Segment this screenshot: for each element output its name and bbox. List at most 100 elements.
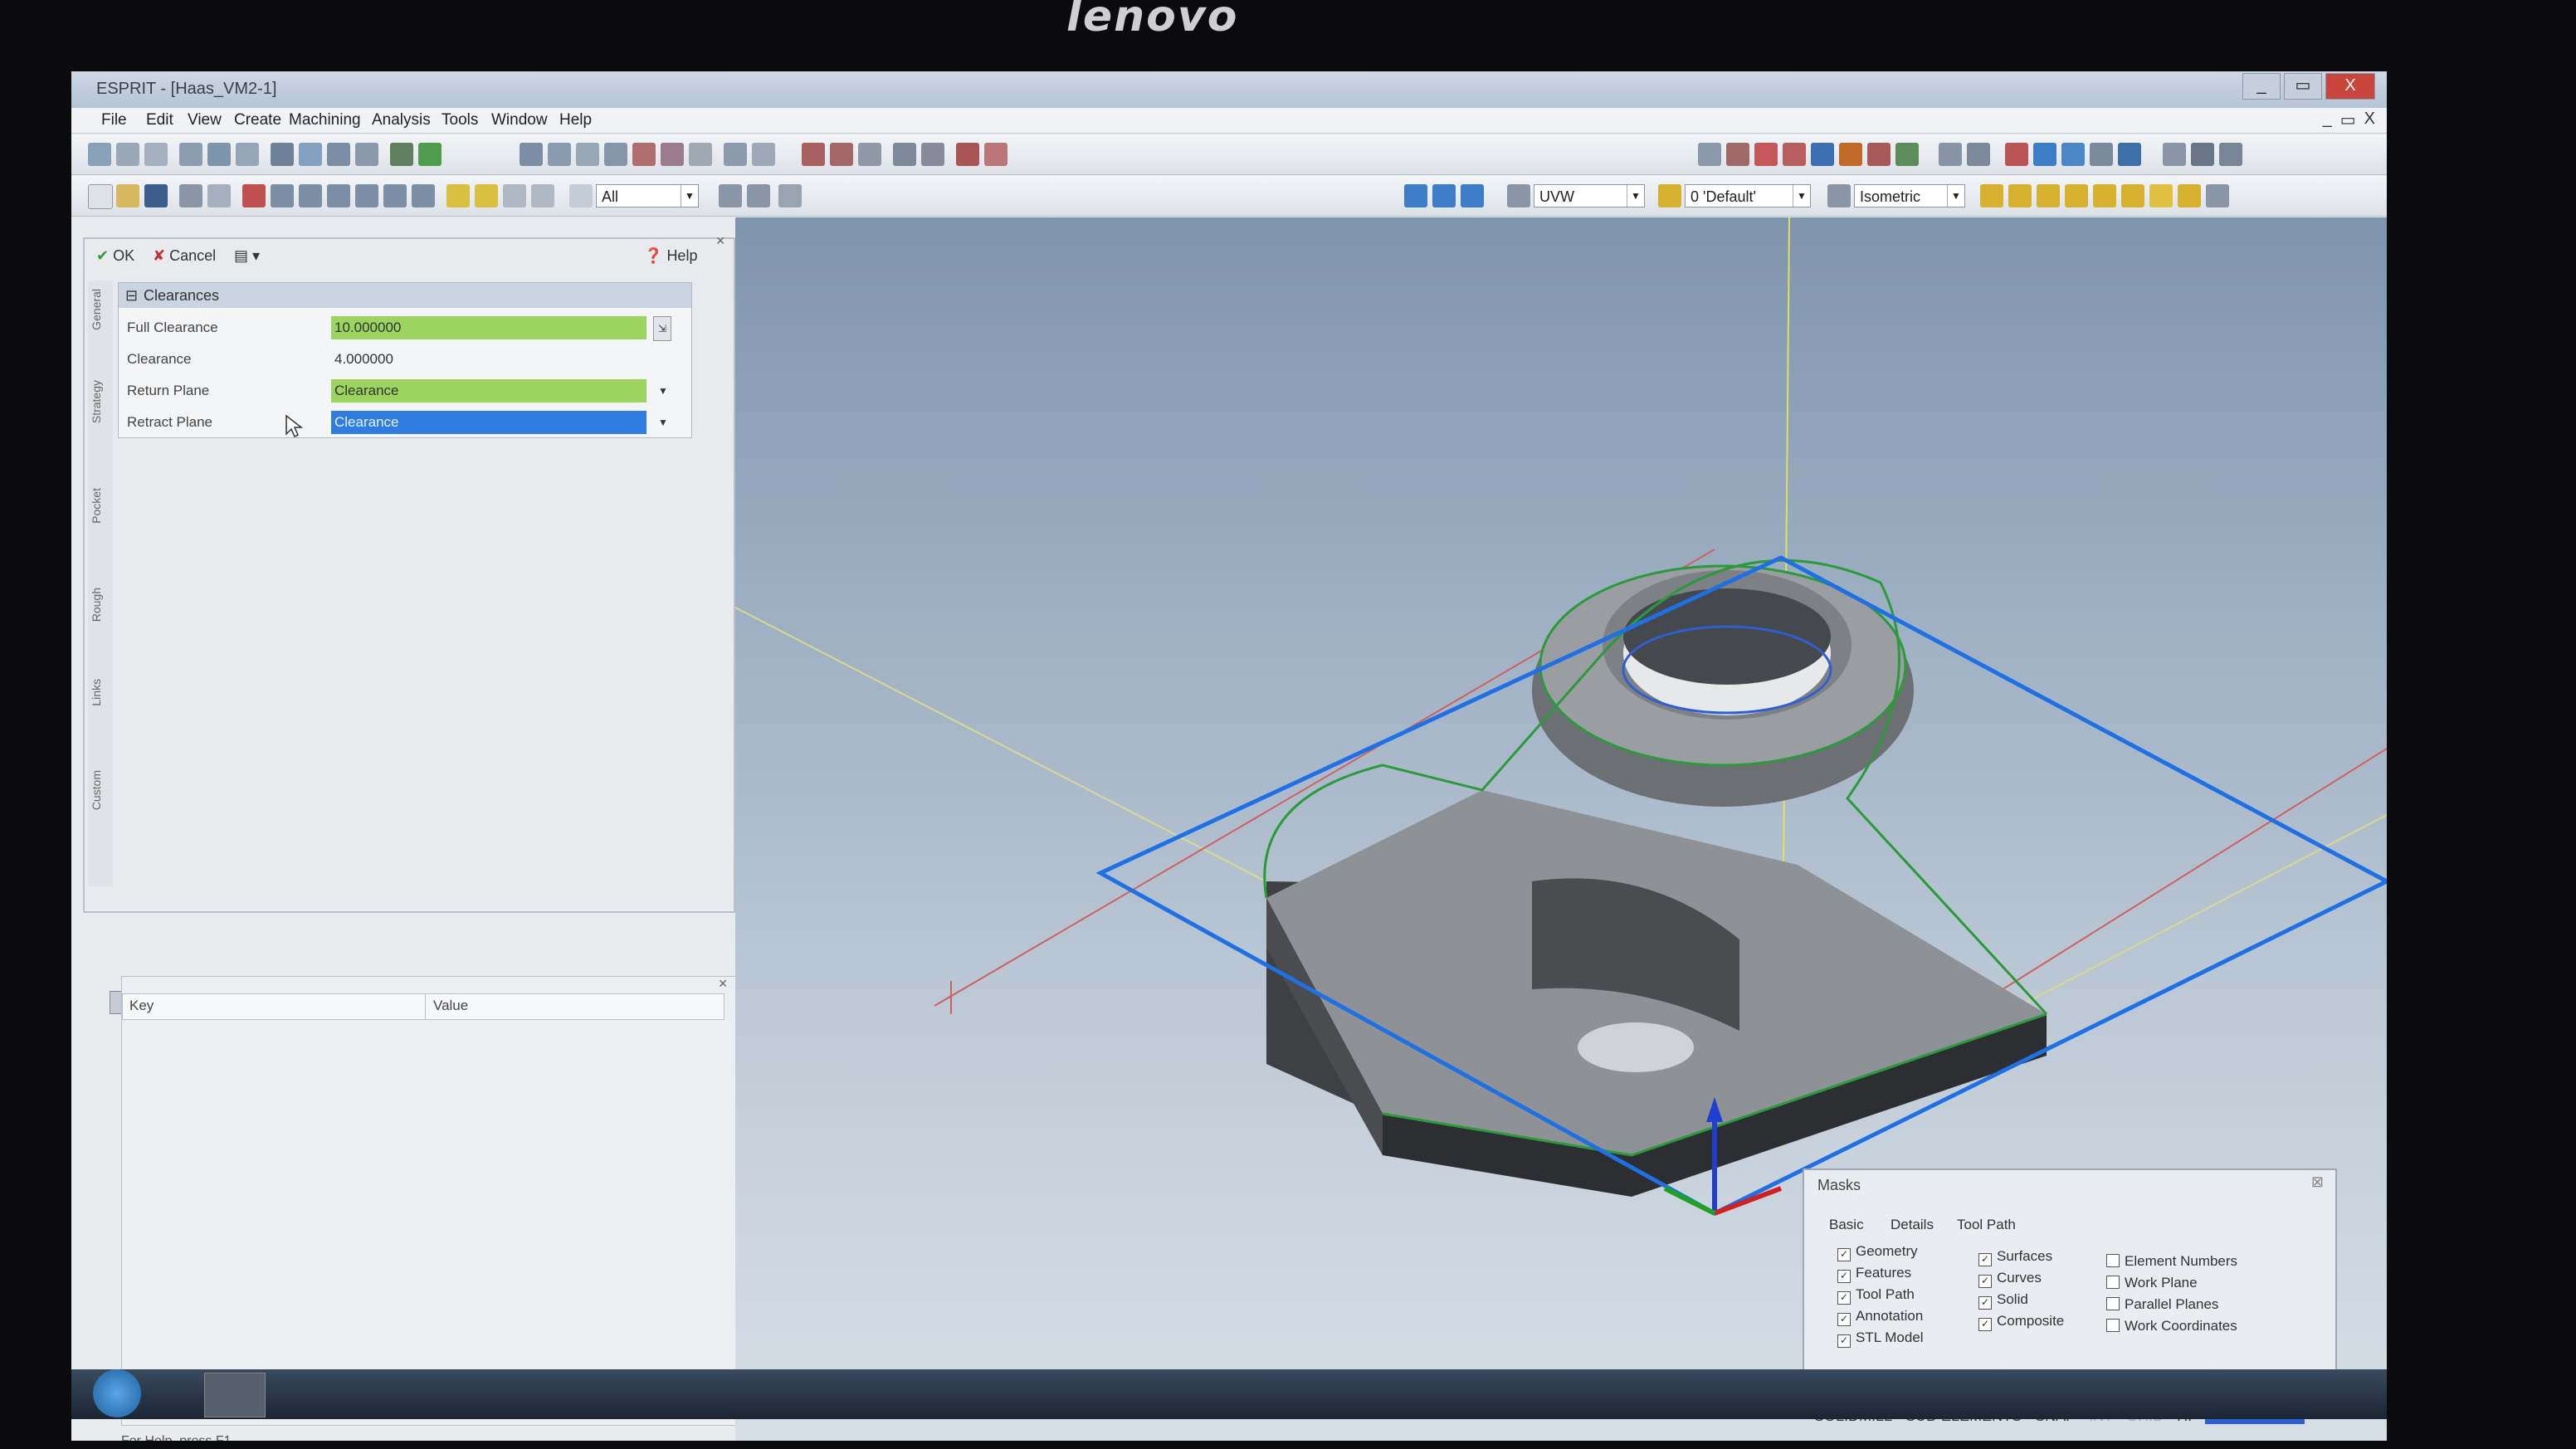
- tab-custom[interactable]: Custom: [90, 770, 111, 810]
- clearance-input[interactable]: 4.000000: [331, 348, 646, 371]
- toolbar-icon[interactable]: [1726, 143, 1749, 166]
- view-back-icon[interactable]: [2093, 184, 2116, 207]
- tab-details[interactable]: Details: [1891, 1217, 1934, 1233]
- doc-restore-button[interactable]: ▭: [2340, 110, 2356, 130]
- toolbar-icon[interactable]: [1867, 143, 1891, 166]
- zoom-out-icon[interactable]: [327, 184, 350, 207]
- geometry-checkbox[interactable]: ✓ Geometry: [1837, 1243, 1918, 1261]
- return-plane-select[interactable]: Clearance: [331, 379, 646, 402]
- key-column-header[interactable]: Key: [129, 998, 154, 1014]
- toolbar-icon[interactable]: [2090, 143, 2113, 166]
- toolbar-icon[interactable]: [921, 143, 944, 166]
- view-top-icon[interactable]: [1980, 184, 2003, 207]
- view-iso-icon[interactable]: [2149, 184, 2173, 207]
- toolbar-icon[interactable]: [236, 143, 259, 166]
- toolbar-icon[interactable]: [1939, 143, 1962, 166]
- pick-value-icon[interactable]: ⇲: [653, 316, 671, 341]
- chevron-down-icon[interactable]: ▼: [655, 379, 671, 402]
- tab-general[interactable]: General: [90, 289, 111, 330]
- undo-icon[interactable]: [719, 184, 742, 207]
- toolbar-icon[interactable]: [418, 143, 442, 166]
- view-select[interactable]: Isometric ▼: [1854, 184, 1965, 207]
- save-settings-icon[interactable]: ▤ ▾: [234, 247, 260, 265]
- print-icon[interactable]: [179, 184, 202, 207]
- minimize-button[interactable]: _: [2242, 73, 2281, 100]
- work-coordinates-checkbox[interactable]: Work Coordinates: [2106, 1318, 2237, 1334]
- layer-select[interactable]: 0 'Default' ▼: [1685, 184, 1811, 207]
- ok-button[interactable]: ✔ OK: [96, 247, 134, 265]
- view-right-icon[interactable]: [2037, 184, 2060, 207]
- zoom-fit-icon[interactable]: [355, 184, 378, 207]
- workplane-front-icon[interactable]: [1461, 184, 1484, 207]
- view-icon[interactable]: [1827, 184, 1851, 207]
- rotate-icon[interactable]: [383, 184, 407, 207]
- selection-filter-select[interactable]: All ▼: [596, 184, 699, 207]
- toolbar-icon[interactable]: [116, 143, 139, 166]
- layer-icon[interactable]: [1658, 184, 1681, 207]
- open-folder-icon[interactable]: [116, 184, 139, 207]
- toolbar-icon[interactable]: [355, 143, 378, 166]
- toolbar-icon[interactable]: [1895, 143, 1919, 166]
- value-column-header[interactable]: Value: [433, 998, 468, 1014]
- toolbar-icon[interactable]: [2219, 143, 2242, 166]
- toolbar-icon[interactable]: [1839, 143, 1862, 166]
- toolbar-icon[interactable]: [327, 143, 350, 166]
- parallel-planes-checkbox[interactable]: Parallel Planes: [2106, 1296, 2218, 1313]
- toolbar-icon[interactable]: [2163, 143, 2186, 166]
- color-icon[interactable]: [475, 184, 498, 207]
- close-button[interactable]: X: [2325, 73, 2375, 100]
- toolbar-icon[interactable]: [576, 143, 599, 166]
- menu-create[interactable]: Create: [234, 111, 281, 129]
- menu-analysis[interactable]: Analysis: [372, 111, 431, 129]
- toolbar-icon[interactable]: [207, 143, 231, 166]
- toolbar-icon[interactable]: [956, 143, 979, 166]
- new-file-icon[interactable]: [88, 184, 113, 209]
- menu-window[interactable]: Window: [491, 111, 548, 129]
- toolbar-icon[interactable]: [604, 143, 627, 166]
- surfaces-checkbox[interactable]: ✓ Surfaces: [1978, 1248, 2052, 1266]
- solid-checkbox[interactable]: ✓ Solid: [1978, 1291, 2028, 1310]
- menu-machining[interactable]: Machining: [289, 111, 361, 129]
- workplane-top-icon[interactable]: [1432, 184, 1456, 207]
- features-checkbox[interactable]: ✓ Features: [1837, 1265, 1911, 1283]
- toolbar-icon[interactable]: [390, 143, 413, 166]
- retract-plane-select[interactable]: Clearance: [331, 411, 646, 434]
- toolbar-icon[interactable]: [2118, 143, 2141, 166]
- menu-edit[interactable]: Edit: [146, 111, 173, 129]
- composite-checkbox[interactable]: ✓ Composite: [1978, 1313, 2064, 1331]
- tab-links[interactable]: Links: [90, 679, 111, 706]
- full-clearance-input[interactable]: 10.000000: [331, 316, 646, 339]
- toolbar-icon[interactable]: [271, 143, 294, 166]
- toolbar-icon[interactable]: [1783, 143, 1806, 166]
- tool-path-checkbox[interactable]: ✓ Tool Path: [1837, 1286, 1915, 1305]
- menu-view[interactable]: View: [188, 111, 222, 129]
- pan-icon[interactable]: [412, 184, 435, 207]
- tab-pocket[interactable]: Pocket: [90, 488, 111, 524]
- doc-minimize-button[interactable]: _: [2323, 110, 2332, 130]
- view-axis-icon[interactable]: [2178, 184, 2201, 207]
- save-icon[interactable]: [144, 184, 168, 207]
- workplane-icon[interactable]: [1404, 184, 1427, 207]
- annotation-checkbox[interactable]: ✓ Annotation: [1837, 1308, 1923, 1326]
- workplane-select-icon[interactable]: [1507, 184, 1530, 207]
- view-front-icon[interactable]: [2008, 184, 2032, 207]
- view-bottom-icon[interactable]: [2121, 184, 2144, 207]
- toolbar-icon[interactable]: [984, 143, 1007, 166]
- toolbar-icon[interactable]: [1754, 143, 1778, 166]
- select-pointer-icon[interactable]: [569, 184, 593, 207]
- close-icon[interactable]: ✕: [715, 234, 725, 248]
- toolbar-icon[interactable]: [2005, 143, 2028, 166]
- toolbar-icon[interactable]: [179, 143, 202, 166]
- curves-checkbox[interactable]: ✓ Curves: [1978, 1270, 2042, 1288]
- tab-basic[interactable]: Basic: [1829, 1217, 1864, 1233]
- copy-icon[interactable]: [207, 184, 231, 207]
- toolbar-icon[interactable]: [520, 143, 543, 166]
- toolbar-icon[interactable]: [1811, 143, 1834, 166]
- toolbar-icon[interactable]: [2033, 143, 2056, 166]
- toolbar-icon[interactable]: [2191, 143, 2214, 166]
- toolbar-icon[interactable]: [1698, 143, 1721, 166]
- clearances-group-title[interactable]: ⊟ Clearances: [119, 283, 691, 308]
- cancel-button[interactable]: ✘ Cancel: [153, 247, 216, 265]
- doc-close-button[interactable]: X: [2364, 110, 2375, 130]
- toolbar-icon[interactable]: [858, 143, 881, 166]
